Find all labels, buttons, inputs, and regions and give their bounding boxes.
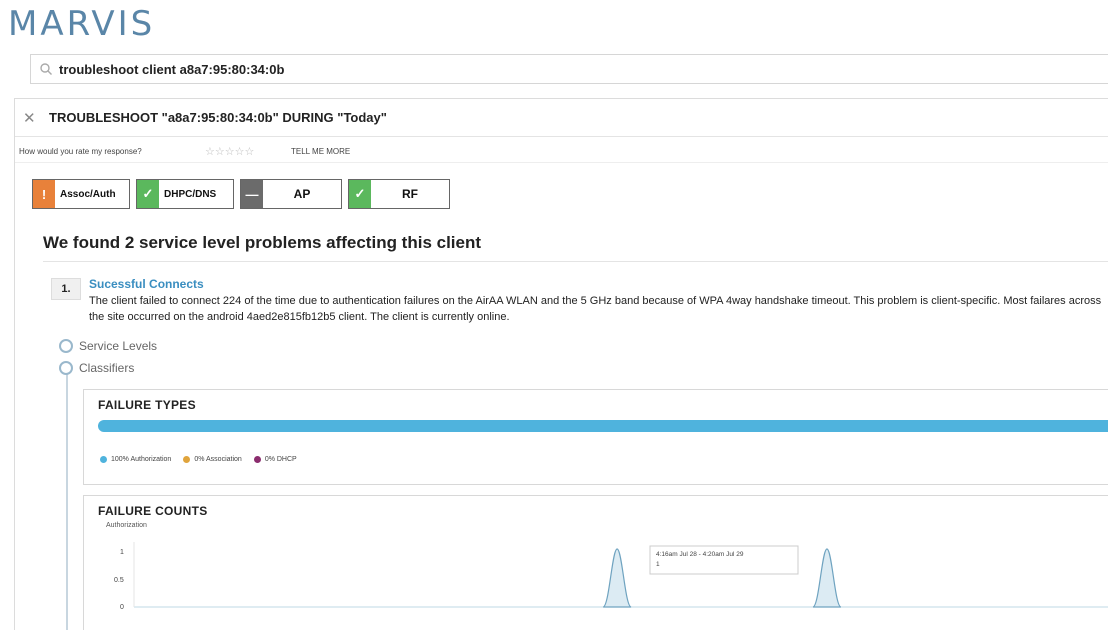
rate-question: How would you rate my response? bbox=[19, 147, 142, 156]
rating-stars[interactable]: ☆☆☆☆☆ bbox=[205, 145, 291, 158]
category-label: DHPC/DNS bbox=[164, 188, 217, 200]
failure-counts-card: FAILURE COUNTS Authorization 1 0.5 0 4:1… bbox=[83, 495, 1108, 630]
failure-counts-subtitle: Authorization bbox=[106, 522, 147, 529]
legend-dot bbox=[183, 456, 191, 463]
category-row: ! Assoc/Auth ✓ DHPC/DNS — AP ✓ RF bbox=[32, 179, 450, 209]
legend-label: 0% Association bbox=[194, 456, 242, 463]
problem-title-link[interactable]: Sucessful Connects bbox=[89, 277, 204, 291]
divider bbox=[43, 261, 1108, 262]
category-label: RF bbox=[402, 187, 418, 201]
legend-item: 0% Association bbox=[183, 456, 242, 463]
failure-types-card: FAILURE TYPES 100% Authorization 0% Asso… bbox=[83, 389, 1108, 485]
y-tick-label: 1 bbox=[120, 549, 124, 556]
search-bar[interactable]: troubleshoot client a8a7:95:80:34:0b bbox=[30, 54, 1108, 84]
rating-row: How would you rate my response? ☆☆☆☆☆ TE… bbox=[15, 141, 1108, 163]
search-query[interactable]: troubleshoot client a8a7:95:80:34:0b bbox=[59, 62, 284, 77]
failure-counts-chart[interactable]: 1 0.5 0 4:16am Jul 28 - 4:20am Jul 29 1 bbox=[84, 532, 1108, 630]
tree-label: Classifiers bbox=[79, 361, 135, 375]
category-label: AP bbox=[293, 187, 311, 201]
legend-dot bbox=[253, 456, 261, 463]
tree-item-service-levels[interactable]: Service Levels bbox=[59, 339, 157, 353]
failure-spike[interactable] bbox=[602, 548, 632, 608]
problem-description: The client failed to connect 224 of the … bbox=[89, 295, 1102, 323]
category-label: Assoc/Auth bbox=[60, 188, 116, 200]
legend-label: 0% DHCP bbox=[264, 456, 297, 463]
circle-icon bbox=[59, 361, 73, 375]
failure-types-bar[interactable] bbox=[98, 420, 1108, 432]
category-dhcp-dns[interactable]: ✓ DHPC/DNS bbox=[136, 179, 234, 209]
troubleshoot-panel: ✕ TROUBLESHOOT "a8a7:95:80:34:0b" DURING… bbox=[14, 98, 1108, 630]
failure-types-legend: 100% Authorization 0% Association 0% DHC… bbox=[100, 456, 297, 463]
search-icon bbox=[40, 63, 52, 75]
troubleshoot-header: ✕ TROUBLESHOOT "a8a7:95:80:34:0b" DURING… bbox=[15, 99, 1108, 137]
summary-heading: We found 2 service level problems affect… bbox=[43, 233, 482, 252]
tree-connector bbox=[66, 371, 68, 630]
y-tick-label: 0.5 bbox=[114, 577, 124, 584]
problem-number: 1. bbox=[51, 278, 81, 300]
tree-label: Service Levels bbox=[79, 339, 158, 353]
category-ap[interactable]: — AP bbox=[240, 179, 342, 209]
legend-item: 100% Authorization bbox=[100, 456, 171, 463]
dash-icon: — bbox=[241, 180, 263, 208]
check-icon: ✓ bbox=[137, 180, 159, 208]
category-rf[interactable]: ✓ RF bbox=[348, 179, 450, 209]
category-assoc-auth[interactable]: ! Assoc/Auth bbox=[32, 179, 130, 209]
tooltip-time: 4:16am Jul 28 - 4:20am Jul 29 bbox=[656, 551, 744, 558]
tree-item-classifiers[interactable]: Classifiers bbox=[59, 361, 134, 375]
legend-label: 100% Authorization bbox=[111, 456, 172, 463]
legend-item: 0% DHCP bbox=[253, 456, 297, 463]
tooltip-value: 1 bbox=[656, 561, 660, 568]
chart-tooltip: 4:16am Jul 28 - 4:20am Jul 29 1 bbox=[649, 545, 799, 575]
failure-spike[interactable] bbox=[812, 548, 842, 608]
marvis-logo: MARVIS bbox=[8, 4, 156, 44]
legend-dot bbox=[100, 456, 107, 463]
failure-types-title: FAILURE TYPES bbox=[98, 398, 196, 412]
check-icon: ✓ bbox=[349, 180, 371, 208]
tell-me-more-link[interactable]: TELL ME MORE bbox=[291, 147, 350, 156]
close-icon[interactable]: ✕ bbox=[23, 109, 43, 127]
troubleshoot-title: TROUBLESHOOT "a8a7:95:80:34:0b" DURING "… bbox=[49, 110, 387, 125]
y-tick-label: 0 bbox=[120, 604, 124, 611]
circle-icon bbox=[59, 339, 73, 353]
failure-counts-title: FAILURE COUNTS bbox=[98, 504, 208, 518]
warning-icon: ! bbox=[33, 180, 55, 208]
